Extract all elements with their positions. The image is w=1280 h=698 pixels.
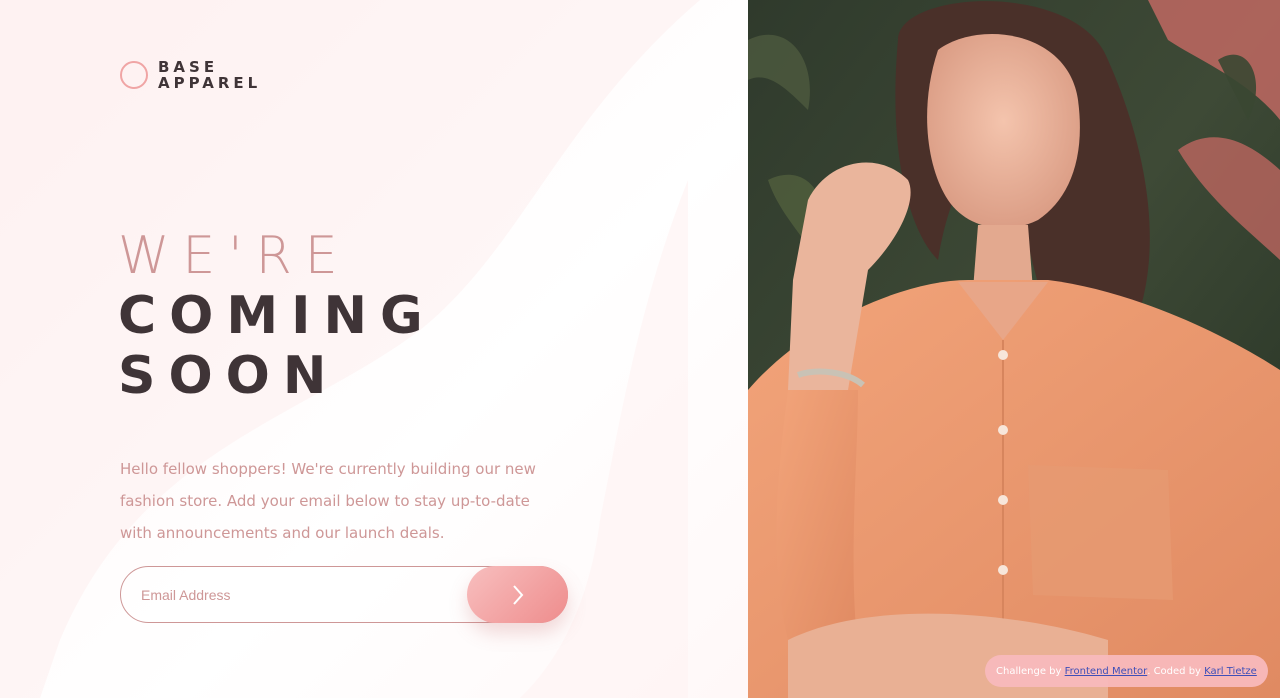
hero-photo-illustration — [748, 0, 1280, 698]
attribution-prefix: Challenge by — [996, 665, 1062, 677]
intro-text: Hello fellow shoppers! We're currently b… — [120, 460, 536, 542]
headline-line-1: WE'RE — [118, 226, 351, 286]
author-link[interactable]: Karl Tietze — [1204, 666, 1257, 677]
attribution-bar: Challenge by Frontend Mentor. Coded by K… — [985, 655, 1268, 687]
logo-line-1: BASE — [158, 58, 219, 76]
page-headline: WE'RE COMING SOON — [118, 226, 436, 406]
chevron-right-icon — [512, 584, 523, 605]
content-panel: BASE APPAREL WE'RE COMING SOON Hello fel… — [0, 0, 748, 698]
email-input[interactable] — [121, 567, 461, 622]
logo-text: BASE APPAREL — [158, 59, 261, 91]
attribution-middle: . Coded by — [1147, 665, 1201, 677]
logo-line-2: APPAREL — [158, 74, 262, 92]
logo-circle-icon — [120, 61, 148, 89]
submit-button[interactable] — [467, 566, 568, 623]
email-signup-form — [120, 566, 568, 623]
headline-line-2: COMING — [118, 286, 436, 346]
headline-line-3: SOON — [118, 346, 340, 406]
logo: BASE APPAREL — [120, 59, 261, 91]
hero-image — [748, 0, 1280, 698]
frontend-mentor-link[interactable]: Frontend Mentor — [1065, 666, 1148, 677]
